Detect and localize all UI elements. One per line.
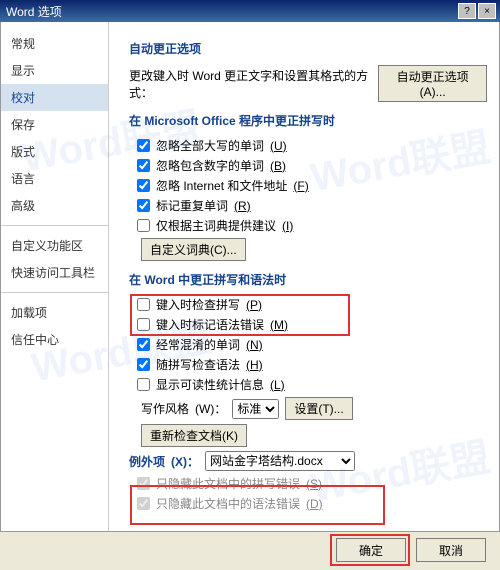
sidebar-item-layout[interactable]: 版式: [1, 138, 108, 165]
cb-readability-stats[interactable]: 显示可读性统计信息(L): [137, 376, 487, 393]
style-settings-button[interactable]: 设置(T)...: [285, 397, 352, 420]
cb-flag-repeated[interactable]: 标记重复单词(R): [137, 197, 487, 214]
writing-style-label: 写作风格: [141, 400, 189, 417]
writing-style-select[interactable]: 标准: [232, 399, 279, 419]
close-button[interactable]: ×: [478, 3, 496, 19]
section-autocorrect: 自动更正选项: [129, 40, 487, 57]
cb-ignore-internet[interactable]: 忽略 Internet 和文件地址(F): [137, 177, 487, 194]
sidebar-item-general[interactable]: 常规: [1, 30, 108, 57]
dialog-footer: 确定 取消: [336, 538, 486, 562]
section-exceptions: 例外项(X)： 网站金字塔结构.docx: [129, 451, 487, 471]
sidebar-item-advanced[interactable]: 高级: [1, 192, 108, 219]
sidebar-item-proofing[interactable]: 校对: [1, 84, 108, 111]
cb-confused-words[interactable]: 经常混淆的单词(N): [137, 336, 487, 353]
cb-check-spelling[interactable]: 键入时检查拼写(P): [137, 296, 487, 313]
window-title: Word 选项: [4, 3, 456, 20]
cb-check-grammar-with-spelling[interactable]: 随拼写检查语法(H): [137, 356, 487, 373]
cancel-button[interactable]: 取消: [416, 538, 486, 562]
help-button[interactable]: ?: [458, 3, 476, 19]
titlebar: Word 选项 ? ×: [0, 0, 500, 22]
section-office-spelling: 在 Microsoft Office 程序中更正拼写时: [129, 112, 487, 129]
cb-hide-grammar-errors[interactable]: 只隐藏此文档中的语法错误(D): [137, 495, 487, 512]
section-word-spelling: 在 Word 中更正拼写和语法时: [129, 271, 487, 288]
dialog-content: 常规 显示 校对 保存 版式 语言 高级 自定义功能区 快速访问工具栏 加载项 …: [0, 22, 500, 532]
cb-ignore-numbers[interactable]: 忽略包含数字的单词(B): [137, 157, 487, 174]
sidebar-item-display[interactable]: 显示: [1, 57, 108, 84]
sidebar-item-ribbon[interactable]: 自定义功能区: [1, 232, 108, 259]
cb-mark-grammar[interactable]: 键入时标记语法错误(M): [137, 316, 487, 333]
autocorrect-label: 更改键入时 Word 更正文字和设置其格式的方式：: [129, 67, 372, 101]
cb-main-dict-only[interactable]: 仅根据主词典提供建议(I): [137, 217, 487, 234]
sidebar-item-addins[interactable]: 加载项: [1, 299, 108, 326]
recheck-doc-button[interactable]: 重新检查文档(K): [141, 424, 247, 447]
autocorrect-options-button[interactable]: 自动更正选项(A)...: [378, 65, 487, 102]
main-panel: 自动更正选项 更改键入时 Word 更正文字和设置其格式的方式： 自动更正选项(…: [109, 22, 499, 531]
ok-button[interactable]: 确定: [336, 538, 406, 562]
sidebar-divider: [1, 292, 108, 293]
sidebar-item-language[interactable]: 语言: [1, 165, 108, 192]
cb-hide-spelling-errors[interactable]: 只隐藏此文档中的拼写错误(S): [137, 475, 487, 492]
custom-dict-button[interactable]: 自定义词典(C)...: [141, 238, 246, 261]
sidebar-item-trust[interactable]: 信任中心: [1, 326, 108, 353]
sidebar-divider: [1, 225, 108, 226]
sidebar-item-qat[interactable]: 快速访问工具栏: [1, 259, 108, 286]
sidebar: 常规 显示 校对 保存 版式 语言 高级 自定义功能区 快速访问工具栏 加载项 …: [1, 22, 109, 531]
exceptions-doc-select[interactable]: 网站金字塔结构.docx: [205, 451, 355, 471]
sidebar-item-save[interactable]: 保存: [1, 111, 108, 138]
cb-ignore-uppercase[interactable]: 忽略全部大写的单词(U): [137, 137, 487, 154]
